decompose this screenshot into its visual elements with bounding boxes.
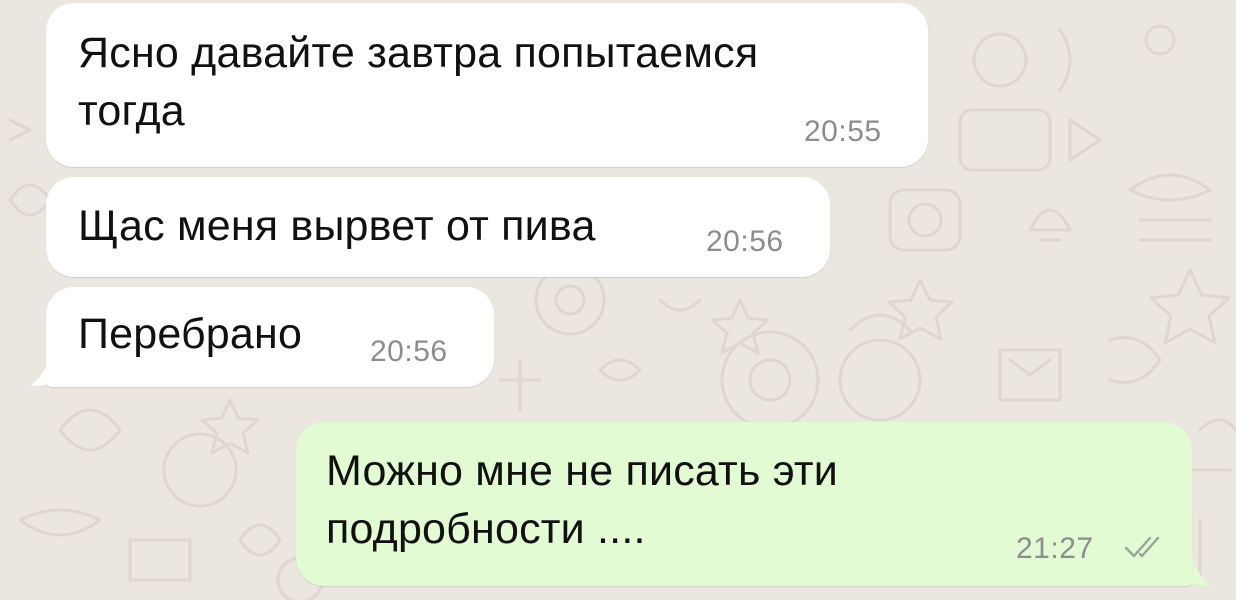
message-text: Перебрано xyxy=(78,310,303,358)
outgoing-message[interactable]: Можно мне не писать эти подробности ....… xyxy=(296,422,1192,586)
incoming-message[interactable]: Щас меня вырвет от пива 20:56 xyxy=(46,177,830,277)
message-timestamp: 21:27 xyxy=(1016,532,1094,565)
incoming-message[interactable]: Ясно давайте завтра попытаемся тогда 20:… xyxy=(46,3,928,167)
message-text: Ясно давайте завтра попытаемся тогда xyxy=(78,29,759,135)
incoming-message[interactable]: Перебрано 20:56 xyxy=(46,287,494,387)
message-text: Можно мне не писать эти подробности .... xyxy=(326,447,839,553)
message-timestamp: 20:56 xyxy=(706,225,784,258)
double-check-icon xyxy=(1124,536,1160,558)
message-timestamp: 20:56 xyxy=(370,335,448,368)
message-text: Щас меня вырвет от пива xyxy=(78,202,596,250)
message-list[interactable]: Ясно давайте завтра попытаемся тогда 20:… xyxy=(0,0,1236,600)
message-timestamp: 20:55 xyxy=(804,115,882,148)
